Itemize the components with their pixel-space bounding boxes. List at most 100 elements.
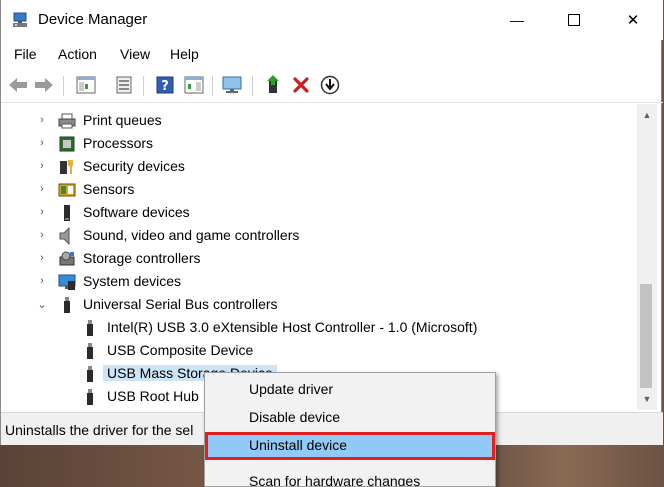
- tree-item-label: USB Composite Device: [107, 342, 254, 358]
- tree-item-sound-video-game[interactable]: › Sound, video and game controllers: [1, 224, 637, 247]
- tree-item-intel-usb-host-controller[interactable]: Intel(R) USB 3.0 eXtensible Host Control…: [1, 316, 637, 339]
- tree-item-system-devices[interactable]: › System devices: [1, 270, 637, 293]
- chevron-right-icon[interactable]: ›: [36, 159, 48, 173]
- menu-bar: File Action View Help: [1, 40, 663, 68]
- tree-item-software-devices[interactable]: › Software devices: [1, 201, 637, 224]
- properties-pane-icon: [76, 76, 96, 94]
- menu-view[interactable]: View: [120, 46, 150, 62]
- usb-icon: [87, 389, 93, 405]
- action-pane-button[interactable]: [183, 74, 205, 96]
- chevron-right-icon[interactable]: ›: [36, 136, 48, 150]
- chevron-up-icon: ▲: [642, 110, 652, 120]
- printer-icon: [58, 113, 76, 129]
- minimize-icon: —: [510, 12, 524, 28]
- chevron-right-icon[interactable]: ›: [36, 274, 48, 288]
- tree-item-sensors[interactable]: › Sensors: [1, 178, 637, 201]
- context-menu-label: Uninstall device: [249, 437, 348, 453]
- toolbar-separator: [212, 76, 213, 96]
- tree-item-label: USB Root Hub: [107, 388, 199, 404]
- show-hide-console-tree-button[interactable]: [75, 74, 97, 96]
- scroll-up-button[interactable]: ▲: [637, 106, 657, 124]
- scan-hardware-button[interactable]: [221, 74, 243, 96]
- context-menu-update-driver[interactable]: Update driver: [205, 376, 495, 404]
- processor-icon: [59, 136, 75, 152]
- help-button[interactable]: ?: [154, 74, 176, 96]
- software-device-icon: [64, 205, 70, 221]
- tree-item-label: Print queues: [83, 112, 162, 128]
- usb-icon: [87, 343, 93, 359]
- sensors-icon: [58, 183, 76, 197]
- storage-controller-icon: [59, 251, 75, 266]
- uninstall-device-button[interactable]: [290, 74, 312, 96]
- chevron-down-icon[interactable]: ⌄: [36, 297, 48, 311]
- help-icon: ?: [156, 76, 174, 94]
- status-text: Uninstalls the driver for the sel: [5, 422, 194, 438]
- context-menu-scan-hardware-changes[interactable]: Scan for hardware changes: [205, 468, 495, 486]
- update-driver-icon: [267, 75, 279, 93]
- device-manager-icon: [13, 12, 27, 27]
- enable-device-button[interactable]: [319, 74, 341, 96]
- tree-item-label: Storage controllers: [83, 250, 201, 266]
- svg-text:?: ?: [161, 79, 169, 94]
- title-bar[interactable]: Device Manager — ✕: [1, 0, 663, 40]
- system-devices-icon: [58, 274, 76, 290]
- back-arrow-icon: [9, 78, 27, 92]
- tree-item-label: Universal Serial Bus controllers: [83, 296, 278, 312]
- device-sheet-icon: [116, 76, 132, 94]
- update-driver-button[interactable]: [262, 74, 284, 96]
- toolbar-separator: [252, 76, 253, 96]
- menu-file[interactable]: File: [14, 46, 37, 62]
- toolbar-separator: [63, 76, 64, 96]
- chevron-right-icon[interactable]: ›: [36, 251, 48, 265]
- tree-item-usb-composite-device[interactable]: USB Composite Device: [1, 339, 637, 362]
- context-menu-label: Disable device: [249, 409, 341, 425]
- tree-item-label: System devices: [83, 273, 182, 289]
- chevron-right-icon[interactable]: ›: [36, 113, 48, 127]
- close-button[interactable]: ✕: [603, 0, 663, 40]
- toolbar: ?: [1, 68, 663, 103]
- minimize-button[interactable]: —: [487, 0, 547, 40]
- tree-item-label: Security devices: [83, 158, 185, 174]
- context-menu-label: Update driver: [249, 381, 334, 397]
- tree-item-label: Intel(R) USB 3.0 eXtensible Host Control…: [107, 319, 478, 335]
- usb-icon: [87, 366, 93, 382]
- context-menu: Update driver Disable device Uninstall d…: [204, 372, 496, 487]
- tree-item-label: Sound, video and game controllers: [83, 227, 300, 243]
- properties-button[interactable]: [113, 74, 135, 96]
- close-icon: ✕: [626, 12, 640, 29]
- chevron-right-icon[interactable]: ›: [36, 205, 48, 219]
- tree-item-security-devices[interactable]: › Security devices: [1, 155, 637, 178]
- uninstall-x-icon: [293, 77, 309, 93]
- tree-item-label: Sensors: [83, 181, 135, 197]
- back-button[interactable]: [7, 74, 29, 96]
- tree-item-print-queues[interactable]: › Print queues: [1, 109, 637, 132]
- chevron-down-icon: ▼: [642, 394, 652, 404]
- scroll-down-button[interactable]: ▼: [637, 390, 657, 408]
- speaker-icon: [59, 227, 70, 245]
- maximize-button[interactable]: [544, 0, 604, 40]
- window-title: Device Manager: [38, 11, 148, 28]
- menu-help[interactable]: Help: [170, 46, 199, 62]
- chevron-right-icon[interactable]: ›: [36, 228, 48, 242]
- forward-arrow-icon: [35, 78, 53, 92]
- action-pane-icon: [184, 76, 204, 94]
- chevron-right-icon[interactable]: ›: [36, 182, 48, 196]
- tree-item-storage-controllers[interactable]: › Storage controllers: [1, 247, 637, 270]
- context-menu-uninstall-device[interactable]: Uninstall device: [205, 432, 495, 460]
- tree-item-label: Software devices: [83, 204, 190, 220]
- usb-icon: [87, 320, 93, 336]
- context-menu-disable-device[interactable]: Disable device: [205, 404, 495, 432]
- menu-action[interactable]: Action: [58, 46, 97, 62]
- toolbar-separator: [143, 76, 144, 96]
- tree-item-processors[interactable]: › Processors: [1, 132, 637, 155]
- scrollbar-thumb[interactable]: [640, 284, 652, 388]
- forward-button[interactable]: [33, 74, 55, 96]
- tree-item-usb-controllers[interactable]: ⌄ Universal Serial Bus controllers: [1, 293, 637, 316]
- usb-icon: [64, 297, 70, 313]
- device-tree[interactable]: › Print queues › Processors › Security d…: [1, 104, 637, 410]
- vertical-scrollbar[interactable]: ▲ ▼: [637, 104, 657, 410]
- download-icon: [320, 75, 340, 95]
- security-key-icon: [60, 160, 73, 174]
- maximize-icon: [568, 14, 580, 26]
- tree-item-label: Processors: [83, 135, 154, 151]
